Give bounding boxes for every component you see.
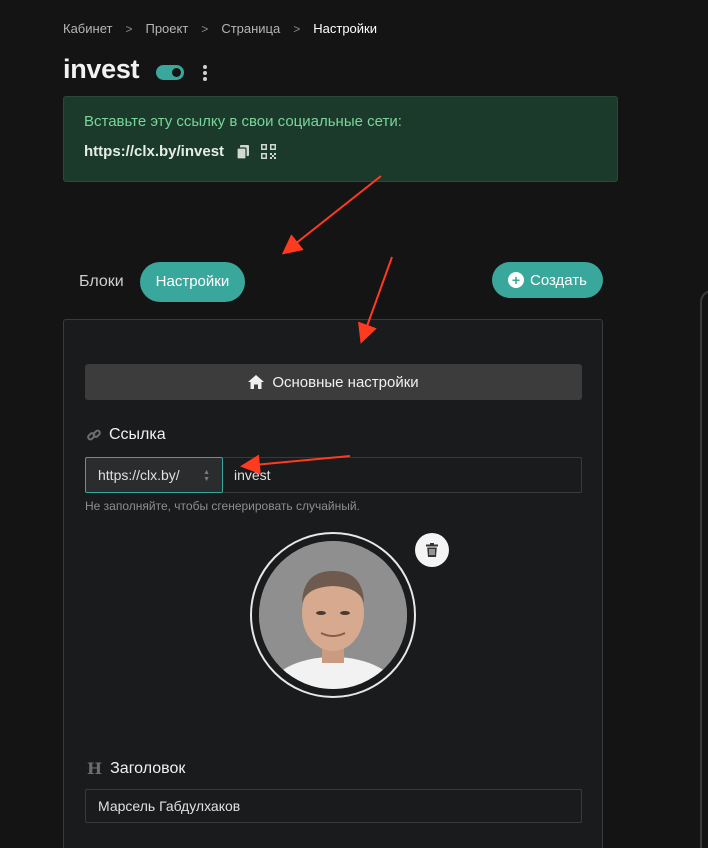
delete-avatar-button[interactable] <box>415 533 449 567</box>
tab-bar: Блоки Настройки <box>63 262 246 302</box>
avatar-upload[interactable] <box>250 532 416 698</box>
home-icon <box>248 375 265 389</box>
avatar <box>259 541 407 689</box>
breadcrumb-current: Настройки <box>313 21 377 36</box>
more-options-icon[interactable] <box>202 64 208 81</box>
tab-blocks[interactable]: Блоки <box>63 273 140 291</box>
title-label: Заголовок <box>110 759 186 777</box>
main-settings-title: Основные настройки <box>272 373 419 391</box>
share-link-row: https://clx.by/invest <box>84 143 597 160</box>
link-label: Ссылка <box>109 426 166 443</box>
page-header: invest <box>63 54 208 85</box>
domain-value: https://clx.by/ <box>98 467 180 483</box>
breadcrumb-item-project[interactable]: Проект <box>145 21 188 36</box>
trash-icon <box>426 543 438 557</box>
title-value: Марсель Габдулхаков <box>98 798 241 814</box>
page-title: invest <box>63 54 140 84</box>
link-icon <box>87 428 101 442</box>
title-input[interactable]: Марсель Габдулхаков <box>85 789 582 823</box>
toggle-knob <box>172 68 182 77</box>
copy-icon[interactable] <box>237 144 250 159</box>
slug-input[interactable]: invest <box>223 457 582 493</box>
share-hint: Вставьте эту ссылку в свои социальные се… <box>84 113 402 130</box>
plus-circle-icon: + <box>507 272 524 288</box>
tab-settings[interactable]: Настройки <box>139 262 246 302</box>
qr-code-icon[interactable] <box>261 144 277 159</box>
share-link[interactable]: https://clx.by/invest <box>84 143 224 160</box>
link-field-label: Ссылка <box>87 426 166 444</box>
create-button-label: Создать <box>529 271 587 289</box>
title-field-label: H Заголовок <box>87 759 185 778</box>
domain-select[interactable]: https://clx.by/ ▲ ▼ <box>85 457 223 493</box>
create-button[interactable]: + Создать <box>492 262 603 298</box>
breadcrumb-separator: > <box>201 21 209 36</box>
slug-value: invest <box>234 467 271 483</box>
link-helper-text: Не заполняйте, чтобы сгенерировать случа… <box>85 499 360 513</box>
heading-icon: H <box>87 759 103 778</box>
select-arrows-icon: ▲ ▼ <box>203 469 210 483</box>
breadcrumb-separator: > <box>293 21 301 36</box>
url-row: https://clx.by/ ▲ ▼ invest <box>85 457 582 493</box>
publish-toggle[interactable] <box>156 65 185 80</box>
breadcrumb-item-cabinet[interactable]: Кабинет <box>63 21 112 36</box>
annotation-arrow <box>281 175 382 255</box>
preview-frame-edge <box>700 290 708 848</box>
breadcrumb-separator: > <box>125 21 133 36</box>
breadcrumb-item-page[interactable]: Страница <box>221 21 280 36</box>
main-settings-header[interactable]: Основные настройки <box>85 364 582 400</box>
settings-panel: Основные настройки Ссылка https://clx.by… <box>63 319 603 848</box>
breadcrumb: Кабинет > Проект > Страница > Настройки <box>63 21 377 36</box>
share-link-box: Вставьте эту ссылку в свои социальные се… <box>63 96 618 182</box>
